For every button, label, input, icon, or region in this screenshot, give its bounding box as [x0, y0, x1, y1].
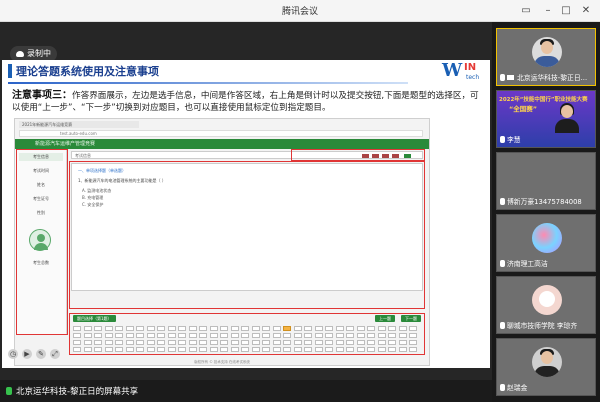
- browser-tab: 2021年新能源汽车运维竞赛: [19, 121, 139, 128]
- mic-icon: [500, 260, 505, 267]
- minimize-icon[interactable]: –: [540, 3, 556, 19]
- participant-avatar: [532, 285, 562, 315]
- note-text: 作答界面展示，左边是选手信息，中间是作答区域，右上角是倒计时以及提交按钮,下面是…: [12, 91, 479, 113]
- screen-share-label: 北京运华科技-黎正日的屏幕共享: [6, 385, 138, 397]
- candidate-highlight-box: [16, 149, 68, 335]
- expand-icon[interactable]: ⤢: [50, 349, 60, 359]
- slide-heading: 理论答题系统使用及注意事项: [16, 65, 159, 78]
- cloud-icon: [16, 51, 24, 57]
- participant-list: 北京运华科技-黎正日... 2022年“技能中国行”职业技能大赛 “全国赛” 李…: [492, 22, 600, 402]
- browser-footer: 版权所有 © 技术支持 在线考试系统: [194, 360, 250, 364]
- heading-divider: [8, 82, 408, 84]
- shirt: [534, 56, 560, 67]
- shirt: [555, 119, 579, 133]
- status-bar: 北京运华科技-黎正日的屏幕共享: [0, 380, 492, 402]
- mic-icon: [500, 136, 505, 143]
- participant-name: 李慧: [500, 134, 592, 144]
- mic-icon: [6, 387, 12, 395]
- heading-accent: [8, 64, 12, 78]
- timer-highlight-box: [291, 149, 425, 161]
- mic-icon: [500, 74, 505, 81]
- participant-video: [555, 101, 579, 133]
- participant-tile[interactable]: 博新万豪13475784008: [496, 152, 596, 210]
- recording-label: 录制中: [27, 49, 51, 58]
- participant-tile[interactable]: 聊城市技师学院 李琼齐: [496, 276, 596, 334]
- participant-tile[interactable]: 2022年“技能中国行”职业技能大赛 “全国赛” 李慧: [496, 90, 596, 148]
- grid-highlight-box: [69, 313, 425, 355]
- pin-icon[interactable]: ▭: [518, 3, 534, 19]
- window-title: 腾讯会议: [281, 7, 318, 17]
- pen-icon[interactable]: ✎: [36, 349, 46, 359]
- meeting-window: 腾讯会议 ▭ – □ ✕ 录制中 理论答题系统使用及注意事项 W IN tech…: [0, 0, 600, 402]
- logo-in: IN: [464, 62, 477, 73]
- participant-name: 博新万豪13475784008: [500, 196, 592, 206]
- answer-highlight-box: [69, 161, 425, 309]
- mic-icon: [500, 384, 505, 391]
- face: [541, 41, 553, 54]
- camera-icon: [507, 75, 514, 80]
- exam-header: 新能源汽车运维产管理竞赛: [15, 139, 429, 149]
- mic-icon: [500, 322, 505, 329]
- clock-icon[interactable]: ◷: [8, 349, 18, 359]
- participant-tile[interactable]: 赵瑞金: [496, 338, 596, 396]
- face: [541, 351, 553, 364]
- participant-tile[interactable]: 北京运华科技-黎正日...: [496, 28, 596, 86]
- maximize-icon[interactable]: □: [558, 3, 574, 19]
- info-bar-label: 考试信息: [75, 153, 91, 158]
- participant-tile[interactable]: 济南理工高洁: [496, 214, 596, 272]
- participant-name: 北京运华科技-黎正日...: [500, 72, 592, 82]
- exam-browser-screenshot: 2021年新能源汽车运维竞赛 test.auto-edu.com 新能源汽车运维…: [14, 118, 430, 366]
- shared-screen: 录制中 理论答题系统使用及注意事项 W IN tech 注意事项三：作答界面展示…: [0, 22, 492, 380]
- banner-text: “全国赛”: [509, 105, 538, 113]
- participant-photo: [532, 37, 562, 67]
- logo-tech: tech: [466, 74, 480, 81]
- title-bar: 腾讯会议 ▭ – □ ✕: [0, 0, 600, 22]
- shirt: [534, 366, 560, 377]
- face: [561, 105, 573, 118]
- participant-name: 济南理工高洁: [500, 258, 592, 268]
- mic-icon: [500, 198, 505, 205]
- note-label: 注意事项三：: [12, 90, 72, 101]
- participant-name: 聊城市技师学院 李琼齐: [500, 320, 592, 330]
- presentation-slide: 理论答题系统使用及注意事项 W IN tech 注意事项三：作答界面展示，左边是…: [2, 60, 490, 368]
- participant-avatar: [532, 223, 562, 253]
- play-icon[interactable]: ▶: [22, 349, 32, 359]
- logo-w: W: [442, 60, 463, 81]
- note-paragraph: 注意事项三：作答界面展示，左边是选手信息，中间是作答区域，右上角是倒计时以及提交…: [12, 90, 482, 114]
- close-icon[interactable]: ✕: [578, 3, 594, 19]
- browser-url: test.auto-edu.com: [19, 130, 423, 137]
- face: [539, 291, 555, 307]
- participant-photo: [532, 347, 562, 377]
- win-tech-logo: W IN tech: [442, 60, 486, 88]
- participant-name: 赵瑞金: [500, 382, 592, 392]
